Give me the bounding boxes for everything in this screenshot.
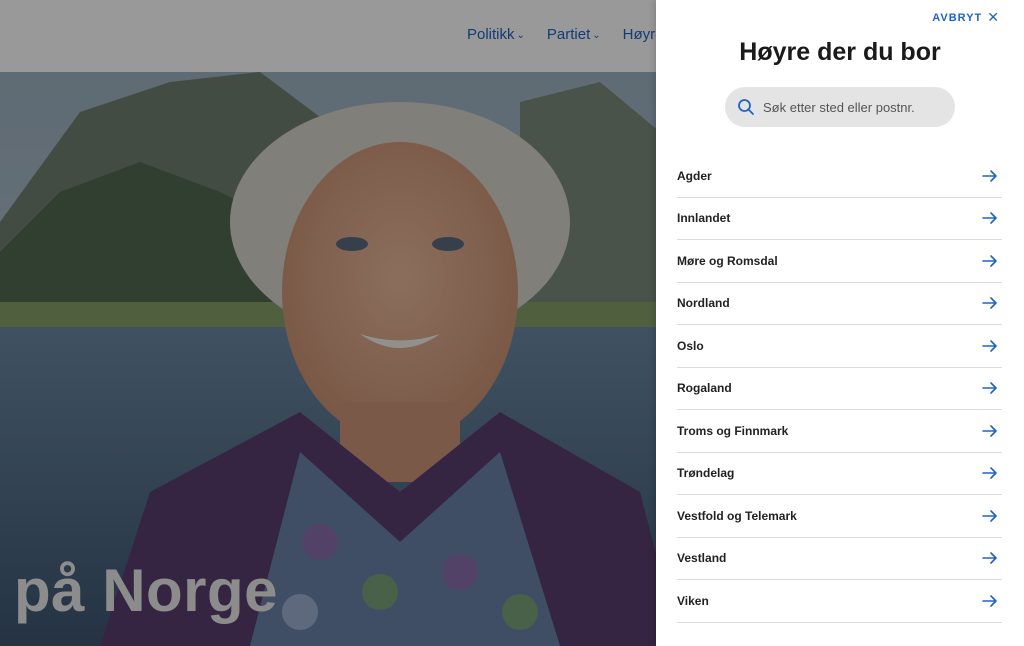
region-item-trondelag[interactable]: Trøndelag [677,453,1002,495]
location-panel: AVBRYT ✕ Høyre der du bor Agder Innlande… [656,0,1024,646]
region-label: Agder [677,168,712,183]
arrow-right-icon [982,254,997,267]
region-label: Vestfold og Telemark [677,508,797,523]
region-label: Trøndelag [677,466,735,481]
region-item-rogaland[interactable]: Rogaland [677,368,1002,410]
region-item-vestland[interactable]: Vestland [677,538,1002,580]
arrow-right-icon [982,382,997,395]
search-input[interactable] [763,87,943,127]
arrow-right-icon [982,594,997,607]
region-item-oslo[interactable]: Oslo [677,325,1002,368]
arrow-right-icon [982,212,997,225]
region-item-more-og-romsdal[interactable]: Møre og Romsdal [677,240,1002,283]
region-label: Møre og Romsdal [677,253,778,268]
region-item-innlandet[interactable]: Innlandet [677,198,1002,240]
arrow-right-icon [982,509,997,522]
search-icon [738,99,754,115]
arrow-right-icon [982,297,997,310]
arrow-right-icon [982,424,997,437]
region-label: Viken [677,593,709,608]
arrow-right-icon [982,339,997,352]
region-item-troms-og-finnmark[interactable]: Troms og Finnmark [677,410,1002,453]
cancel-label: AVBRYT [932,11,983,24]
cancel-button[interactable]: AVBRYT ✕ [932,9,1000,26]
arrow-right-icon [982,169,997,182]
region-label: Oslo [677,338,704,353]
search-box[interactable] [725,87,955,127]
region-label: Vestland [677,551,727,566]
region-item-vestfold-og-telemark[interactable]: Vestfold og Telemark [677,495,1002,538]
region-label: Nordland [677,296,730,311]
region-item-nordland[interactable]: Nordland [677,283,1002,325]
region-item-viken[interactable]: Viken [677,580,1002,623]
region-list: Agder Innlandet Møre og Romsdal Nordland… [677,155,1002,623]
arrow-right-icon [982,467,997,480]
region-label: Rogaland [677,381,732,396]
region-label: Troms og Finnmark [677,423,789,438]
region-item-agder[interactable]: Agder [677,155,1002,198]
panel-title: Høyre der du bor [739,38,941,66]
close-icon: ✕ [987,9,1000,25]
arrow-right-icon [982,552,997,565]
region-label: Innlandet [677,211,731,226]
